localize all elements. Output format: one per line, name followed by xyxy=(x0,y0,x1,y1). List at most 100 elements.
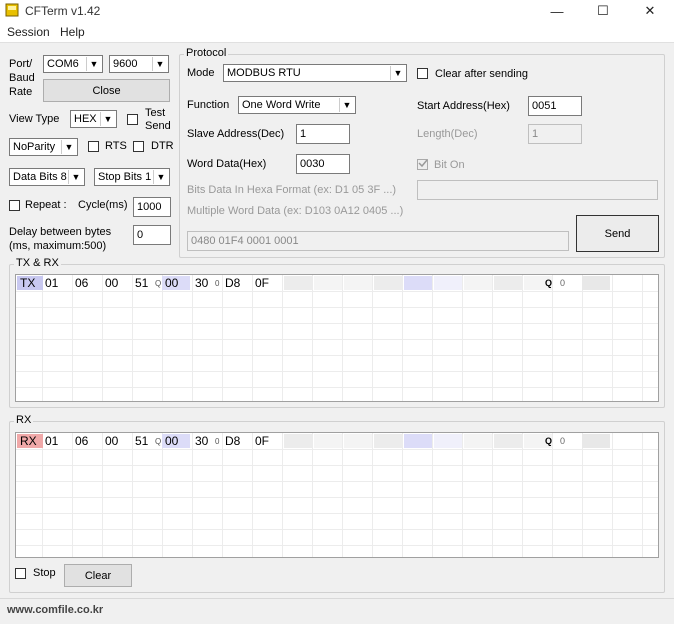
minimize-button[interactable]: — xyxy=(534,0,580,22)
direction-tag: TX xyxy=(17,276,43,290)
send-button[interactable]: Send xyxy=(576,215,659,252)
menu-session[interactable]: Session xyxy=(7,25,50,39)
grid-line xyxy=(462,275,463,401)
grid-line xyxy=(42,275,43,401)
byte-cell: 01 xyxy=(45,434,59,448)
byte-cell: 00 xyxy=(105,276,119,290)
grid-line xyxy=(552,433,553,557)
grid-line xyxy=(612,433,613,557)
port-baud-label: Port/ Baud Rate xyxy=(9,58,35,98)
grid-cell xyxy=(434,434,462,448)
baud-select[interactable]: 9600 ▼ xyxy=(109,55,169,73)
stop-bits-select[interactable]: Stop Bits 1 ▼ xyxy=(94,168,170,186)
grid-line xyxy=(372,433,373,557)
grid-line xyxy=(72,275,73,401)
rx-title: RX xyxy=(14,414,34,426)
dtr-label: DTR xyxy=(151,140,174,152)
grid-line xyxy=(42,433,43,557)
grid-line xyxy=(612,275,613,401)
grid-line xyxy=(16,323,658,324)
bits-data-input[interactable] xyxy=(417,180,658,200)
port-select[interactable]: COM6 ▼ xyxy=(43,55,103,73)
grid-line xyxy=(16,387,658,388)
grid-line xyxy=(402,433,403,557)
direction-tag: RX xyxy=(17,434,43,448)
grid-line xyxy=(402,275,403,401)
chevron-down-icon: ▼ xyxy=(86,57,101,71)
window-title: CFTerm v1.42 xyxy=(25,4,101,18)
byte-cell: 01 xyxy=(45,276,59,290)
grid-cell xyxy=(314,276,342,290)
txrx-grid[interactable]: TX 01 06 00 51 00 30 D8 0F Q 0 Q 0 xyxy=(15,274,659,402)
maximize-button[interactable]: ☐ xyxy=(580,0,626,22)
tail-marker: 0 xyxy=(560,278,566,288)
clear-after-checkbox[interactable] xyxy=(417,68,428,79)
grid-cell xyxy=(344,276,372,290)
repeat-checkbox[interactable] xyxy=(9,200,20,211)
rx-grid[interactable]: RX 01 06 00 51 00 30 D8 0F Q 0 Q 0 xyxy=(15,432,659,558)
cycle-label: Cycle(ms) xyxy=(78,199,128,211)
grid-line xyxy=(102,275,103,401)
grid-line xyxy=(16,355,658,356)
chevron-down-icon: ▼ xyxy=(390,66,405,80)
grid-cell xyxy=(284,276,312,290)
app-icon xyxy=(5,3,19,17)
grid-line xyxy=(492,275,493,401)
close-port-button[interactable]: Close xyxy=(43,79,170,102)
tail-marker: Q xyxy=(545,436,553,446)
rts-checkbox[interactable] xyxy=(88,141,99,152)
byte-cell: 06 xyxy=(75,276,89,290)
slave-address-input[interactable]: 1 xyxy=(296,124,350,144)
grid-cell xyxy=(582,276,610,290)
cycle-input[interactable]: 1000 xyxy=(133,197,171,217)
start-address-label: Start Address(Hex) xyxy=(417,100,510,112)
grid-cell xyxy=(404,276,432,290)
grid-line xyxy=(222,433,223,557)
chevron-down-icon: ▼ xyxy=(339,98,354,112)
grid-line xyxy=(582,433,583,557)
grid-cell xyxy=(464,434,492,448)
parity-select[interactable]: NoParity ▼ xyxy=(9,138,78,156)
grid-line xyxy=(312,275,313,401)
mode-select[interactable]: MODBUS RTU ▼ xyxy=(223,64,407,82)
test-send-checkbox[interactable] xyxy=(127,114,138,125)
footer-url[interactable]: www.comfile.co.kr xyxy=(7,604,103,616)
grid-line xyxy=(72,433,73,557)
stop-checkbox[interactable] xyxy=(15,568,26,579)
grid-line xyxy=(16,497,658,498)
byte-cell: 00 xyxy=(162,434,190,448)
menu-bar xyxy=(0,22,674,43)
function-label: Function xyxy=(187,99,230,111)
grid-cell xyxy=(464,276,492,290)
delay-label: Delay between bytes (ms, maximum:500) xyxy=(9,226,112,252)
close-window-button[interactable]: ✕ xyxy=(627,0,673,22)
view-type-select[interactable]: HEX ▼ xyxy=(70,110,117,128)
menu-help[interactable]: Help xyxy=(60,25,85,39)
word-data-input[interactable]: 0030 xyxy=(296,154,350,174)
mode-label: Mode xyxy=(187,67,215,79)
delay-input[interactable]: 0 xyxy=(133,225,171,245)
function-select[interactable]: One Word Write ▼ xyxy=(238,96,356,114)
chevron-down-icon: ▼ xyxy=(152,57,167,71)
start-address-input[interactable]: 0051 xyxy=(528,96,582,116)
byte-cell: 0F xyxy=(255,276,270,290)
grid-line xyxy=(192,275,193,401)
grid-line xyxy=(312,433,313,557)
view-type-label: View Type xyxy=(9,113,60,125)
bits-hint: Bits Data In Hexa Format (ex: D1 05 3F .… xyxy=(187,184,397,196)
chevron-down-icon: ▼ xyxy=(68,170,83,184)
tail-marker: 0 xyxy=(560,436,566,446)
dtr-checkbox[interactable] xyxy=(133,141,144,152)
grid-line xyxy=(162,275,163,401)
chevron-down-icon: ▼ xyxy=(100,112,115,126)
length-input[interactable]: 1 xyxy=(528,124,582,144)
repeat-label: Repeat : xyxy=(25,199,67,211)
test-send-label: Test Send xyxy=(145,107,171,132)
grid-line xyxy=(462,433,463,557)
grid-line xyxy=(432,275,433,401)
data-bits-select[interactable]: Data Bits 8 ▼ xyxy=(9,168,85,186)
clear-button[interactable]: Clear xyxy=(64,564,132,587)
grid-line xyxy=(16,339,658,340)
sub-marker: 0 xyxy=(215,279,220,288)
grid-cell xyxy=(494,434,522,448)
